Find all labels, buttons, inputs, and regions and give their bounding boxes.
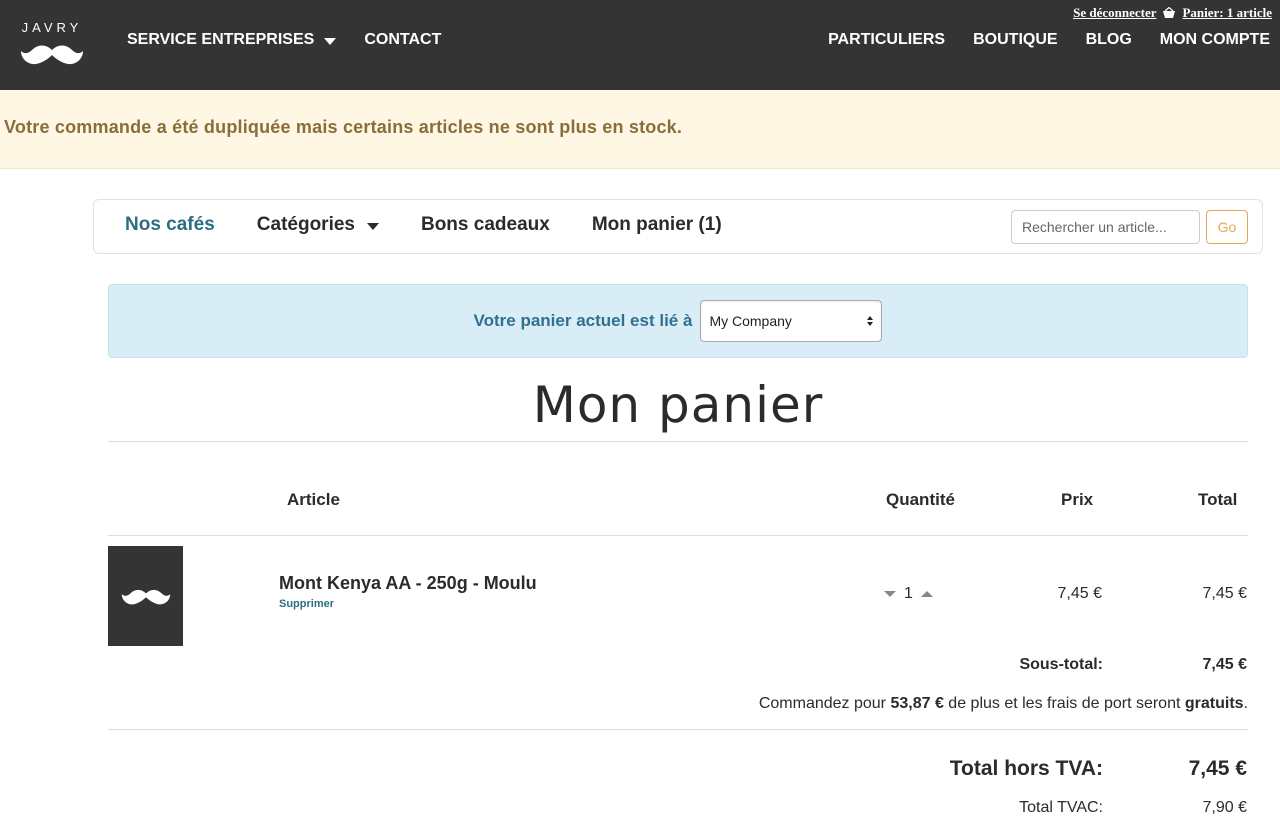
search-input[interactable]: [1011, 210, 1200, 244]
shipping-suffix: .: [1243, 695, 1248, 712]
basket-icon: [1163, 7, 1176, 18]
nav-label: CONTACT: [364, 31, 442, 48]
shop-nav-categories[interactable]: Catégories: [257, 214, 379, 236]
shop-nav-nos-cafes[interactable]: Nos cafés: [125, 214, 215, 236]
linked-company-text: Votre panier actuel est lié à: [473, 311, 693, 330]
quantity-value: 1: [904, 585, 913, 602]
column-header-total: Total: [1198, 490, 1238, 509]
company-select[interactable]: My Company: [700, 300, 883, 342]
total-excl-vat-label: Total hors TVA:: [949, 757, 1103, 780]
subtotal-label: Sous-total:: [1019, 656, 1103, 673]
linked-company-bar: Votre panier actuel est lié à My Company: [108, 284, 1248, 358]
nav-contact[interactable]: CONTACT: [364, 31, 441, 49]
nav-label: SERVICE ENTREPRISES: [127, 31, 315, 48]
shipping-amount: 53,87 €: [890, 695, 944, 712]
shop-nav-mon-panier[interactable]: Mon panier (1): [592, 214, 722, 236]
item-price: 7,45 €: [1057, 585, 1102, 602]
column-header-article: Article: [287, 490, 340, 509]
logout-link[interactable]: Se déconnecter: [1073, 5, 1156, 21]
total-excl-vat-value: 7,45 €: [1188, 757, 1247, 780]
shipping-middle: de plus et les frais de port seront: [948, 695, 1181, 712]
shop-links: Nos cafés Catégories Bons cadeaux Mon pa…: [125, 214, 722, 236]
mustache-icon: [21, 45, 83, 65]
logo-text: JAVRY: [21, 20, 83, 35]
shop-nav: Nos cafés Catégories Bons cadeaux Mon pa…: [93, 199, 1263, 254]
select-arrows-icon: [867, 316, 874, 326]
subtotal-value: 7,45 €: [1202, 656, 1247, 673]
decrease-quantity-icon[interactable]: [884, 591, 896, 597]
increase-quantity-icon[interactable]: [920, 591, 933, 597]
nav-service-entreprises[interactable]: SERVICE ENTREPRISES: [127, 31, 337, 49]
basket-link[interactable]: Panier: 1 article: [1182, 5, 1272, 21]
column-header-price: Prix: [1061, 490, 1094, 509]
mustache-icon: [121, 589, 170, 604]
caret-down-icon: [324, 37, 337, 45]
shipping-free: gratuits: [1184, 695, 1244, 712]
company-select-value: My Company: [709, 313, 792, 329]
flash-message: Votre commande a été dupliquée mais cert…: [4, 117, 683, 137]
totals-divider: [108, 729, 1248, 730]
shipping-prefix: Commandez pour: [758, 695, 886, 712]
header-divider: [108, 535, 1248, 536]
caret-down-icon: [366, 222, 379, 230]
utility-links: Se déconnecter Panier: 1 article: [1073, 5, 1272, 21]
nav-mon-compte[interactable]: MON COMPTE: [1160, 31, 1270, 49]
total-incl-vat-value: 7,90 €: [1202, 799, 1247, 816]
product-thumbnail[interactable]: [108, 546, 183, 646]
column-header-quantity: Quantité: [886, 490, 955, 509]
main-nav-right: PARTICULIERS BOUTIQUE BLOG MON COMPTE: [828, 31, 1270, 49]
item-total: 7,45 €: [1202, 585, 1247, 602]
free-shipping-note: Commandez pour 53,87 € de plus et les fr…: [759, 695, 1248, 713]
page-title: Mon panier: [532, 376, 824, 434]
nav-boutique[interactable]: BOUTIQUE: [973, 31, 1057, 49]
quantity-stepper: 1: [884, 585, 933, 603]
shop-nav-label: Catégories: [256, 214, 355, 235]
flash-warning: Votre commande a été dupliquée mais cert…: [0, 90, 1280, 169]
site-header: JAVRY SERVICE ENTREPRISES CONTACT Se déc…: [0, 0, 1280, 90]
javry-logo[interactable]: JAVRY: [20, 20, 84, 68]
total-incl-vat-label: Total TVAC:: [1019, 799, 1103, 816]
remove-item-link[interactable]: Supprimer: [279, 598, 334, 610]
main-nav-left: SERVICE ENTREPRISES CONTACT: [127, 31, 441, 49]
title-divider: [108, 441, 1248, 442]
product-name-link[interactable]: Mont Kenya AA - 250g - Moulu: [279, 573, 537, 594]
nav-blog[interactable]: BLOG: [1086, 31, 1132, 49]
search-go-button[interactable]: Go: [1206, 210, 1248, 244]
shop-nav-bons-cadeaux[interactable]: Bons cadeaux: [421, 214, 550, 236]
nav-particuliers[interactable]: PARTICULIERS: [828, 31, 945, 49]
